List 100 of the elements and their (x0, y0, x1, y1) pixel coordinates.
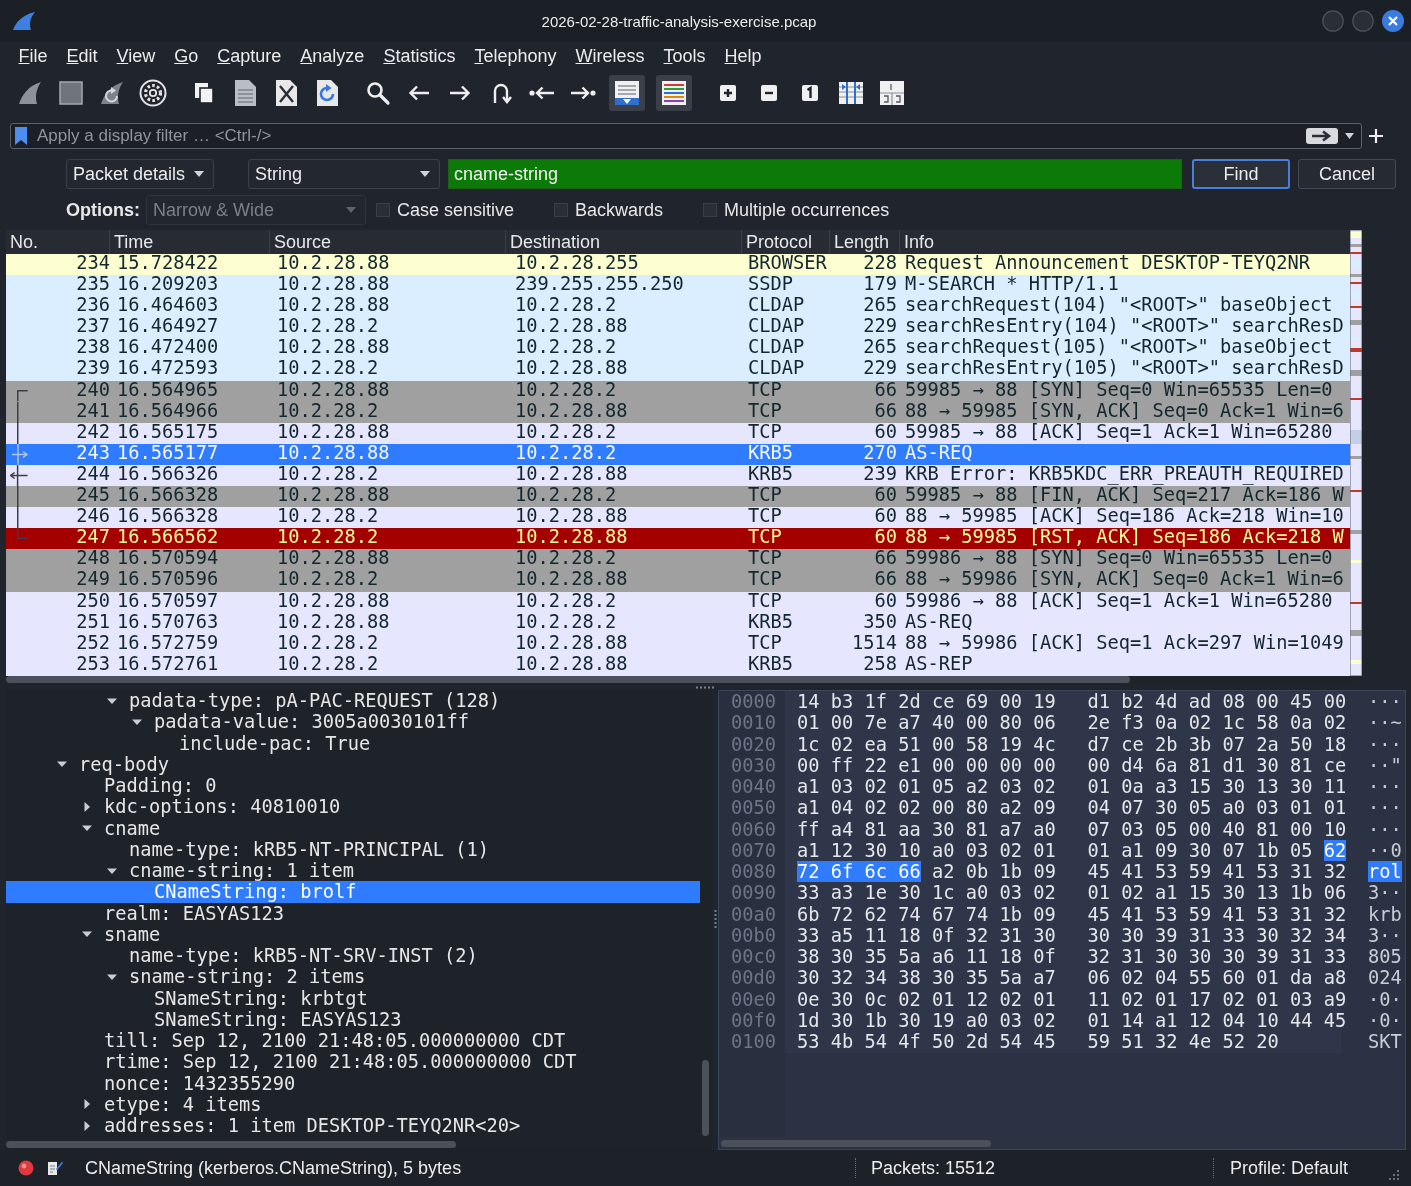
packet-row[interactable]: 247 16.566562 10.2.28.2 10.2.28.88 TCP 60 88 → 59985 [RST, ACK] Seq=186 Ack=218 W (6, 528, 1350, 550)
packet-row[interactable]: 242 16.565175 10.2.28.88 10.2.28.2 TCP 60 59985 → 88 [ACK] Seq=1 Ack=1 Win=65280 (6, 422, 1350, 444)
packet-row[interactable]: 235 16.209203 10.2.28.88 239.255.255.250 SSDP 179 M-SEARCH * HTTP/1.1 (6, 275, 1350, 297)
caret-right-icon[interactable] (82, 801, 92, 812)
menu-item[interactable]: View (107, 44, 165, 68)
checkbox-label[interactable]: Case sensitive (397, 199, 515, 221)
tree-item[interactable]: name-type: kRB5-NT-PRINCIPAL (1) (129, 838, 490, 860)
grip-dots-icon[interactable] (695, 685, 716, 689)
packet-row[interactable]: 250 16.570597 10.2.28.88 10.2.28.2 TCP 60 59986 → 88 [ACK] Seq=1 Ack=1 Win=65280 (6, 591, 1350, 613)
tree-item[interactable]: till: Sep 12, 2100 21:48:05.000000000 CDT (104, 1030, 566, 1052)
grip-dots-icon[interactable] (713, 910, 717, 930)
options-label: Options: (66, 199, 141, 221)
table-cell-text: CLDAP (747, 338, 806, 360)
tree-item[interactable]: realm: EASYAS123 (104, 902, 284, 924)
table-cell-text: 10.2.28.2 (276, 528, 380, 550)
display-filter-field[interactable]: Apply a display filter … <Ctrl-/> (10, 123, 1362, 149)
caret-icon[interactable] (1345, 133, 1354, 139)
checkbox[interactable] (703, 203, 718, 217)
caret-right-icon[interactable] (82, 1120, 92, 1131)
table-cell-text: 237 (75, 317, 110, 339)
table-cell-text: 10.2.28.88 (276, 338, 391, 360)
ascii-text: ·0· (1368, 988, 1402, 1010)
caret-right-icon[interactable] (82, 1099, 92, 1110)
bookmark-icon[interactable] (15, 127, 27, 145)
tree-item[interactable]: padata-type: pA-PAC-REQUEST (128) (107, 690, 501, 712)
menu-item[interactable]: File (9, 44, 57, 68)
packet-row[interactable]: 251 16.570763 10.2.28.88 10.2.28.2 KRB5 350 AS-REQ (6, 612, 1350, 634)
colored-lines-icon[interactable] (655, 75, 692, 111)
tree-item[interactable]: kdc-options: 40810010 (82, 796, 341, 818)
menu-item[interactable]: Telephony (464, 44, 566, 68)
packet-row[interactable]: 244 16.566326 10.2.28.2 10.2.28.88 KRB5 239 KRB Error: KRB5KDC_ERR_PREAUTH_REQUIRED (6, 464, 1350, 487)
packet-row[interactable]: 234 15.728422 10.2.28.88 10.2.28.255 BROWSER 228 Request Announcement DESKTOP-TEYQ2NR (6, 254, 1350, 276)
packet-row[interactable]: 239 16.472593 10.2.28.2 10.2.28.88 CLDAP 229 searchResEntry(105) "<ROOT>" searchResD (6, 359, 1350, 381)
tree-item[interactable]: SNameString: EASYAS123 (154, 1008, 402, 1030)
packet-row[interactable]: 252 16.572759 10.2.28.2 10.2.28.88 TCP 1514 88 → 59986 [ACK] Seq=1 Ack=297 Win=1049 (6, 633, 1350, 655)
tree-item[interactable]: req-body (57, 753, 169, 775)
tree-item[interactable]: name-type: kRB5-NT-SRV-INST (2) (129, 945, 478, 967)
tree-item[interactable]: CNameString: brolf (6, 881, 700, 903)
search-in-dropdown[interactable]: Packet details (66, 159, 214, 189)
menu-item[interactable]: Statistics (373, 44, 465, 68)
table-cell-text: 10.2.28.88 (276, 275, 391, 297)
menu-item[interactable]: Go (164, 44, 208, 68)
tree-item[interactable]: include-pac: True (179, 732, 371, 754)
tree-item[interactable]: addresses: 1 item DESKTOP-TEYQ2NR<20> (82, 1115, 521, 1137)
packet-row[interactable]: 238 16.472400 10.2.28.88 10.2.28.2 CLDAP 265 searchRequest(105) "<ROOT>" baseObject (6, 338, 1350, 360)
tree-item[interactable]: Padding: 0 (104, 775, 217, 797)
profile-label[interactable]: Profile: Default (1230, 1157, 1349, 1178)
packet-row[interactable]: 246 16.566328 10.2.28.2 10.2.28.88 TCP 60 88 → 59985 [ACK] Seq=186 Ack=218 Win=10 (6, 507, 1350, 529)
tree-item[interactable]: rtime: Sep 12, 2100 21:48:05.000000000 CDT (104, 1051, 577, 1073)
packet-map-scrollbar-drawing[interactable] (1350, 230, 1362, 676)
ascii-text: SKT (1368, 1031, 1402, 1053)
menu-item[interactable]: Capture (207, 44, 291, 68)
menu-item[interactable]: Help (715, 44, 772, 68)
status-dot-icon[interactable] (18, 1160, 34, 1176)
packet-row[interactable]: 241 16.564966 10.2.28.2 10.2.28.88 TCP 66 88 → 59985 [SYN, ACK] Seq=0 Ack=1 Win=6 (6, 401, 1350, 423)
packet-row[interactable]: 249 16.570596 10.2.28.2 10.2.28.88 TCP 66 88 → 59986 [SYN, ACK] Seq=0 Ack=1 Win=6 (6, 570, 1350, 592)
packet-row[interactable]: 236 16.464603 10.2.28.88 10.2.28.2 CLDAP 265 searchRequest(104) "<ROOT>" baseObject (6, 296, 1350, 318)
scrollbar-thumb[interactable] (702, 1060, 709, 1136)
tree-item[interactable]: cname-string: 1 item (107, 860, 355, 882)
arrow-right-icon[interactable] (1306, 128, 1338, 144)
checkbox[interactable] (376, 203, 390, 217)
table-cell-text: 10.2.28.88 (514, 654, 629, 676)
table-cell-text: SSDP (747, 275, 794, 297)
checkbox-label[interactable]: Backwards (575, 199, 664, 221)
scrollbar-thumb[interactable] (6, 675, 1130, 683)
menu-item[interactable]: Wireless (566, 44, 654, 68)
packet-row[interactable]: 248 16.570594 10.2.28.88 10.2.28.2 TCP 66 59986 → 88 [SYN] Seq=0 Win=65535 Len=0 (6, 549, 1350, 571)
menu-item[interactable]: Edit (57, 44, 108, 68)
table-cell-text: 10.2.28.88 (276, 591, 391, 613)
settings-icon[interactable] (137, 78, 168, 108)
hex-bytes: ff a4 81 aa 30 81 a7 a0 07 03 05 00 40 81 00 10 (797, 818, 1347, 840)
tree-item[interactable]: padata-value: 3005a0030101ff (132, 711, 470, 733)
menu-item[interactable]: Analyze (290, 44, 374, 68)
tree-item[interactable]: sname (82, 923, 161, 945)
packet-row[interactable]: 243 16.565177 10.2.28.88 10.2.28.2 KRB5 270 AS-REQ (6, 443, 1350, 465)
packet-row[interactable]: 240 16.564965 10.2.28.88 10.2.28.2 TCP 66 59985 → 88 [SYN] Seq=0 Win=65535 Len=0 (6, 380, 1350, 402)
tree-item[interactable]: etype: 4 items (82, 1093, 262, 1115)
hex-bytes: 38 30 35 5a a6 11 18 0f 32 31 30 30 30 39 31 33 (797, 946, 1347, 967)
packet-row[interactable]: 245 16.566328 10.2.28.88 10.2.28.2 TCP 60 59985 → 88 [FIN, ACK] Seq=217 Ack=186 W (6, 486, 1350, 508)
tree-item[interactable]: SNameString: krbtgt (154, 987, 368, 1009)
resize-grip-icon[interactable] (1387, 1169, 1399, 1181)
plus-icon[interactable] (1368, 128, 1384, 144)
search-type-dropdown[interactable]: String (248, 159, 440, 189)
cancel-button[interactable]: Cancel (1298, 159, 1396, 189)
table-cell-text: 16.570597 (116, 591, 220, 613)
scrollbar-thumb[interactable] (721, 1139, 991, 1147)
note-icon[interactable] (47, 1160, 63, 1176)
column-header[interactable]: Info (900, 230, 1350, 254)
packet-row[interactable]: 253 16.572761 10.2.28.2 10.2.28.88 KRB5 258 AS-REP (6, 654, 1350, 676)
search-field[interactable]: cname-string (448, 159, 1182, 189)
tree-item[interactable]: cname (82, 817, 161, 839)
close-icon[interactable] (1382, 10, 1404, 32)
checkbox-label[interactable]: Multiple occurrences (724, 199, 890, 221)
packet-row[interactable]: 237 16.464927 10.2.28.2 10.2.28.88 CLDAP 229 searchResEntry(104) "<ROOT>" searchResD (6, 317, 1350, 339)
tree-item[interactable]: sname-string: 2 items (107, 966, 366, 988)
menu-item[interactable]: Tools (654, 44, 716, 68)
checkbox[interactable] (554, 203, 569, 217)
find-button[interactable]: Find (1192, 159, 1290, 189)
tree-item[interactable]: nonce: 1432355290 (104, 1072, 296, 1094)
scrollbar-thumb[interactable] (6, 1140, 456, 1148)
